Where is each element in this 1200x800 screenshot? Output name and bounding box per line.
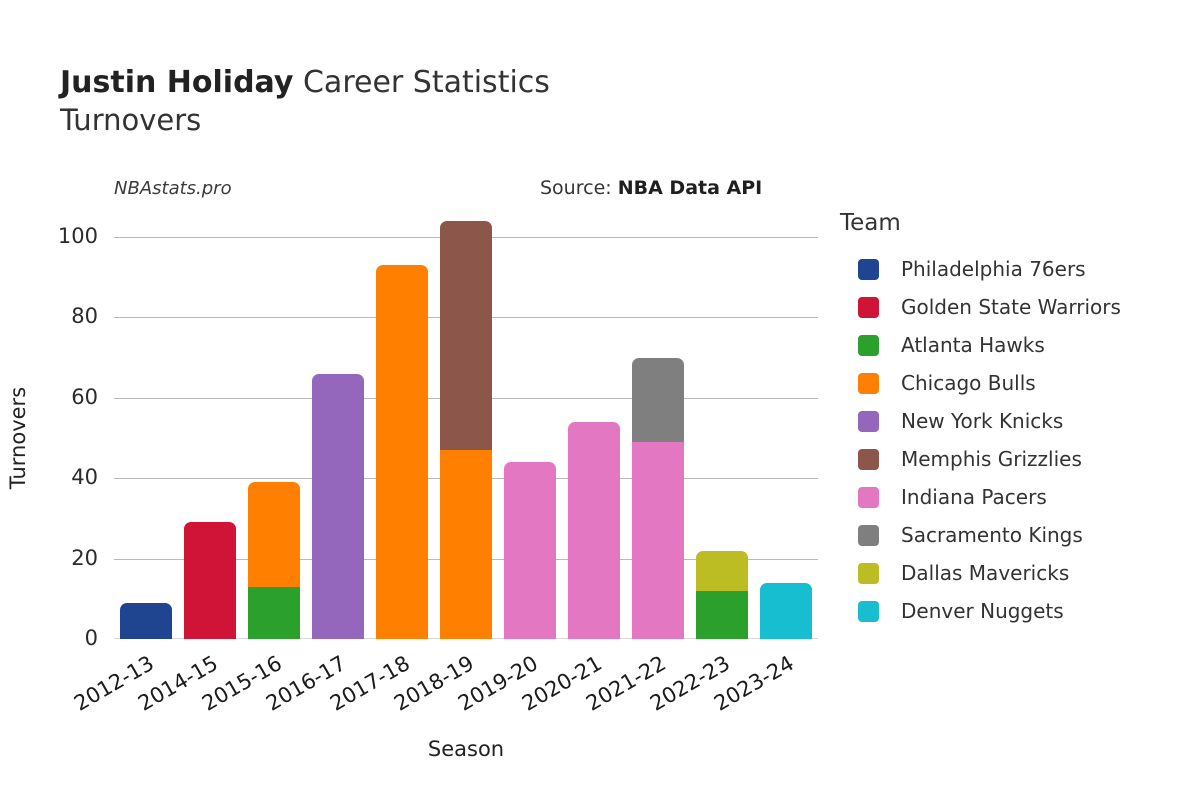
legend-swatch-icon (858, 334, 879, 356)
bar-group[interactable] (760, 237, 812, 639)
legend-item[interactable]: Philadelphia 76ers (840, 250, 1190, 288)
y-tick-label: 0 (84, 626, 98, 650)
legend-swatch-icon (858, 410, 879, 432)
source-attribution: Source: NBA Data API (540, 177, 762, 199)
plot-area: 0 20 40 60 80 100 2012-13 2014-15 2015-16 2016-1… (6, 220, 818, 761)
y-tick-label: 80 (71, 304, 98, 329)
legend-swatch-icon (858, 448, 879, 470)
bar-group[interactable] (376, 237, 428, 639)
legend-label: Memphis Grizzlies (901, 447, 1082, 471)
bar-segment[interactable] (568, 421, 620, 639)
chart-title-block: Justin Holiday Career Statistics Turnove… (60, 64, 550, 138)
bar-group[interactable] (312, 237, 364, 639)
watermark: NBAstats.pro (114, 178, 232, 199)
bar-segment[interactable] (312, 373, 364, 639)
bar-group[interactable] (184, 237, 236, 639)
bar-segment[interactable] (632, 442, 684, 639)
legend-item[interactable]: Chicago Bulls (840, 364, 1190, 402)
bars-layer (114, 220, 818, 639)
legend-item[interactable]: Memphis Grizzlies (840, 440, 1190, 478)
legend-item[interactable]: Golden State Warriors (840, 288, 1190, 326)
legend-items: Philadelphia 76ers Golden State Warriors A… (840, 250, 1190, 630)
bar-segment[interactable] (696, 550, 748, 591)
bar-segment[interactable] (248, 586, 300, 639)
legend-label: Philadelphia 76ers (901, 257, 1086, 281)
legend-item[interactable]: Sacramento Kings (840, 516, 1190, 554)
legend-title: Team (840, 210, 901, 236)
stat-subtitle: Turnovers (60, 103, 202, 137)
bar-group[interactable] (632, 237, 684, 639)
legend-item[interactable]: Atlanta Hawks (840, 326, 1190, 364)
y-tick-label: 20 (71, 545, 98, 570)
bar-segment[interactable] (120, 602, 172, 639)
bar-segment[interactable] (440, 450, 492, 639)
legend-label: Golden State Warriors (901, 295, 1121, 319)
legend-item[interactable]: Dallas Mavericks (840, 554, 1190, 592)
source-value: NBA Data API (617, 177, 763, 199)
chart-page: Justin Holiday Career Statistics Turnove… (0, 0, 1200, 800)
legend-label: Indiana Pacers (901, 485, 1047, 509)
y-tick-label: 100 (57, 224, 98, 248)
bar-segment[interactable] (696, 590, 748, 639)
bar-group[interactable] (440, 220, 492, 639)
bar-segment[interactable] (184, 522, 236, 639)
bar-segment[interactable] (248, 482, 300, 587)
bar-group[interactable] (248, 237, 300, 639)
bar-segment[interactable] (440, 220, 492, 451)
legend-item[interactable]: New York Knicks (840, 402, 1190, 440)
legend-item[interactable]: Indiana Pacers (840, 478, 1190, 516)
source-label: Source: (540, 177, 612, 199)
y-tick-label: 60 (71, 384, 98, 409)
bar-group[interactable] (504, 237, 556, 639)
bar-segment[interactable] (632, 357, 684, 443)
x-axis-title: Season (427, 737, 505, 761)
bar-segment[interactable] (504, 462, 556, 639)
legend-label: New York Knicks (901, 409, 1064, 433)
bar-group[interactable] (568, 237, 620, 639)
legend: Team Philadelphia 76ers Golden State Warr… (840, 210, 1190, 630)
bar-segment[interactable] (760, 582, 812, 639)
legend-swatch-icon (858, 372, 879, 394)
legend-label: Chicago Bulls (901, 371, 1036, 395)
y-axis-title: Turnovers (6, 386, 30, 490)
player-name: Justin Holiday (60, 65, 294, 100)
legend-label: Atlanta Hawks (901, 333, 1045, 357)
legend-swatch-icon (858, 600, 879, 622)
bar-group[interactable] (120, 237, 172, 639)
legend-swatch-icon (858, 562, 879, 584)
legend-swatch-icon (858, 524, 879, 546)
page-title: Justin Holiday Career Statistics (60, 64, 550, 102)
title-suffix: Career Statistics (302, 65, 550, 100)
bar-group[interactable] (696, 237, 748, 639)
legend-item[interactable]: Denver Nuggets (840, 592, 1190, 630)
y-tick-label: 40 (71, 465, 98, 490)
legend-swatch-icon (858, 486, 879, 508)
legend-swatch-icon (858, 296, 879, 318)
legend-label: Denver Nuggets (901, 599, 1064, 623)
legend-label: Dallas Mavericks (901, 561, 1070, 585)
legend-swatch-icon (858, 258, 879, 280)
bar-segment[interactable] (376, 265, 428, 639)
legend-label: Sacramento Kings (901, 523, 1083, 547)
